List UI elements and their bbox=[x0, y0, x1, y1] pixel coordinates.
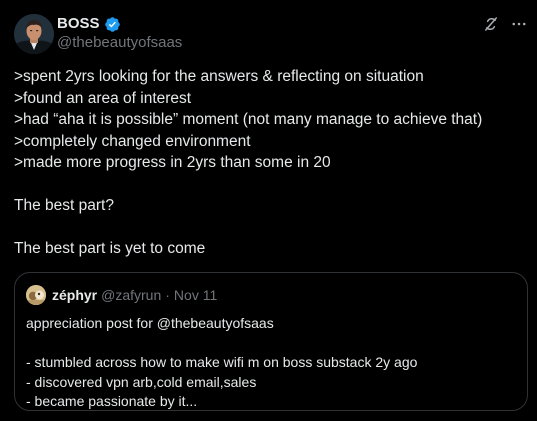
more-horizontal-icon[interactable] bbox=[509, 14, 529, 34]
quoted-tweet-card[interactable]: zéphyr @zafyrun · Nov 11 appreciation po… bbox=[14, 272, 528, 411]
verified-badge-icon bbox=[104, 16, 121, 33]
tweet-line: >spent 2yrs looking for the answers & re… bbox=[14, 68, 424, 85]
quote-author-handle[interactable]: @zafyrun bbox=[101, 287, 161, 303]
tweet-body: >spent 2yrs looking for the answers & re… bbox=[14, 66, 529, 260]
author-name-row: BOSS bbox=[57, 15, 121, 33]
quote-separator: · bbox=[165, 287, 170, 303]
tweet-line: >completely changed environment bbox=[14, 132, 251, 150]
quote-header: zéphyr @zafyrun · Nov 11 bbox=[26, 285, 217, 305]
author-avatar[interactable] bbox=[14, 14, 54, 54]
author-handle[interactable]: @thebeautyofsaas bbox=[57, 34, 182, 52]
tweet-line: >made more progress in 2yrs than some in… bbox=[14, 154, 331, 171]
quote-body: appreciation post for @thebeautyofsaas -… bbox=[26, 314, 516, 412]
quote-line: - discovered vpn arb,cold email,sales bbox=[26, 373, 257, 390]
tweet-top-actions bbox=[481, 14, 529, 34]
quote-line: - stumbled across how to make wifi m on … bbox=[26, 354, 418, 370]
author-display-name[interactable]: BOSS bbox=[57, 15, 100, 33]
quote-line: - became passionate by it... bbox=[26, 393, 198, 409]
tweet-line: >found an area of interest bbox=[14, 89, 192, 107]
tweet: BOSS @thebeautyofsaas >spent 2yrs lookin… bbox=[0, 0, 537, 421]
quote-author-avatar[interactable] bbox=[26, 285, 46, 305]
quote-line: appreciation post for @thebeautyofsaas bbox=[26, 315, 274, 331]
quote-author-name[interactable]: zéphyr bbox=[52, 287, 97, 303]
quote-date[interactable]: Nov 11 bbox=[174, 287, 217, 303]
grok-icon[interactable] bbox=[481, 14, 501, 34]
tweet-line: The best part is yet to come bbox=[14, 240, 206, 257]
tweet-line: >had “aha it is possible” moment (not ma… bbox=[14, 111, 483, 128]
tweet-line: The best part? bbox=[14, 197, 114, 214]
